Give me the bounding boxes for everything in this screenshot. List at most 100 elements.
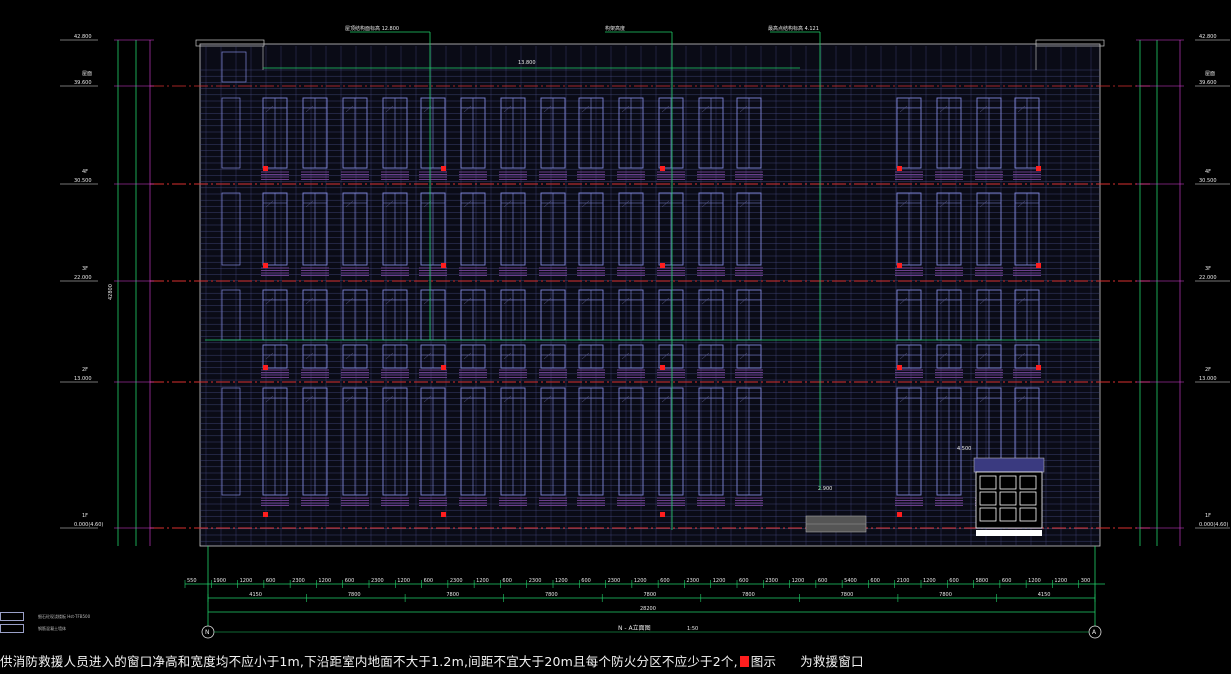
axis-label-n: N: [205, 629, 210, 636]
opening-dimension-label: 2300: [608, 578, 621, 584]
bay-dimension-label: 7800: [742, 592, 755, 598]
level-elevation-right: 0.000(4.60): [1199, 522, 1228, 528]
bay-dimension-label: 7800: [348, 592, 361, 598]
level-elevation-right: 22.000: [1199, 275, 1217, 281]
rescue-window-marker: [263, 365, 268, 370]
opening-dimension-label: 300: [1081, 578, 1091, 584]
rescue-window-marker: [660, 166, 665, 171]
drawing-scale: 1:50: [687, 626, 698, 632]
opening-dimension-label: 600: [345, 578, 355, 584]
legend-text-wall: 钢筋混凝土墙体: [38, 626, 66, 631]
rescue-window-marker: [441, 365, 446, 370]
level-elevation-right: 13.000: [1199, 376, 1217, 382]
level-elevation-right: 39.600: [1199, 80, 1217, 86]
elevation-drawing: 2.900 4.500 屋顶结构面标高 12.800 构架高度 最高点结构标高 …: [0, 0, 1231, 674]
rescue-window-marker: [1036, 166, 1041, 171]
bay-dimension-label: 7800: [939, 592, 952, 598]
level-name-right: 3F: [1205, 266, 1211, 272]
legend-swatch-wall: [0, 624, 24, 633]
legend-swatch-slab: [0, 612, 24, 621]
opening-dimension-label: 600: [1002, 578, 1012, 584]
total-height-label: 42800: [108, 284, 114, 300]
top-note-1: 屋顶结构面标高 12.800: [345, 25, 399, 32]
bay-dimension-label: 7800: [446, 592, 459, 598]
opening-dimension-label: 2300: [765, 578, 778, 584]
rescue-window-marker: [263, 263, 268, 268]
opening-dimension-label: 1200: [318, 578, 331, 584]
opening-dimension-label: 2300: [686, 578, 699, 584]
top-note-3: 最高点结构标高 4.121: [768, 25, 819, 32]
opening-dimension-label: 600: [266, 578, 276, 584]
rescue-window-marker: [660, 365, 665, 370]
rescue-window-marker: [897, 365, 902, 370]
opening-dimension-label: 1200: [397, 578, 410, 584]
level-elevation-left: 30.500: [74, 178, 92, 184]
level-elevation-left: 13.000: [74, 376, 92, 382]
bay-dimension-label: 4150: [1038, 592, 1051, 598]
level-name-left: 屋面: [82, 71, 92, 77]
opening-dimension-label: 600: [660, 578, 670, 584]
total-width-label: 28200: [640, 606, 656, 612]
bay-dimension-label: 7800: [644, 592, 657, 598]
canopy-elevation-label: 4.500: [957, 446, 971, 452]
opening-dimension-label: 5400: [844, 578, 857, 584]
opening-dimension-label: 5800: [976, 578, 989, 584]
opening-dimension-label: 600: [949, 578, 959, 584]
level-name-left: 2F: [82, 367, 88, 373]
opening-dimension-label: 1900: [213, 578, 226, 584]
opening-dimension-label: 600: [502, 578, 512, 584]
rescue-window-marker: [1036, 263, 1041, 268]
bay-dimension-label: 7800: [545, 592, 558, 598]
opening-dimension-label: 1200: [476, 578, 489, 584]
opening-dimension-label: 550: [187, 578, 197, 584]
opening-dimension-label: 2300: [450, 578, 463, 584]
footer-note-text: 供消防救援人员进入的窗口净高和宽度均不应小于1m,下沿距室内地面不大于1.2m,…: [0, 654, 738, 669]
level-name-left: 4F: [82, 169, 88, 175]
opening-dimension-label: 1200: [1028, 578, 1041, 584]
opening-dimension-label: 600: [818, 578, 828, 584]
opening-dimension-label: 1200: [923, 578, 936, 584]
footer-note-tail: 为救援窗口: [800, 654, 864, 669]
rescue-window-marker: [897, 263, 902, 268]
legend-text-slab: 细石砼现浇楼板 Hst-TFB500: [38, 614, 91, 619]
rescue-window-marker-icon: [739, 656, 749, 667]
level-elevation-right: 30.500: [1199, 178, 1217, 184]
opening-dimension-label: 1200: [792, 578, 805, 584]
opening-dimension-label: 1200: [240, 578, 253, 584]
opening-dimension-label: 2100: [897, 578, 910, 584]
main-entrance: [973, 457, 1045, 536]
opening-dimension-label: 1200: [555, 578, 568, 584]
opening-dimension-label: 600: [581, 578, 591, 584]
level-elevation-right: 42.800: [1199, 34, 1217, 40]
top-note-2: 构架高度: [605, 25, 625, 32]
opening-dimension-label: 600: [424, 578, 434, 584]
level-elevation-left: 22.000: [74, 275, 92, 281]
rescue-window-marker: [660, 512, 665, 517]
level-elevation-left: 0.000(4.60): [74, 522, 103, 528]
opening-dimension-label: 600: [870, 578, 880, 584]
rescue-window-marker: [897, 166, 902, 171]
bay-dimension-label: 4150: [249, 592, 262, 598]
rescue-window-marker: [897, 512, 902, 517]
parapet-label: 13.800: [518, 60, 536, 66]
opening-dimension-label: 1200: [713, 578, 726, 584]
footer-note: 供消防救援人员进入的窗口净高和宽度均不应小于1m,下沿距室内地面不大于1.2m,…: [0, 651, 864, 670]
rescue-window-marker: [660, 263, 665, 268]
opening-dimension-label: 1200: [1054, 578, 1067, 584]
level-elevation-left: 39.600: [74, 80, 92, 86]
opening-dimension-label: 1200: [634, 578, 647, 584]
level-name-right: 2F: [1205, 367, 1211, 373]
rescue-window-marker: [1036, 365, 1041, 370]
level-elevation-left: 42.800: [74, 34, 92, 40]
level-name-right: 1F: [1205, 513, 1211, 519]
opening-dimension-label: 600: [739, 578, 749, 584]
rescue-window-marker: [263, 166, 268, 171]
level-name-right: 屋面: [1205, 71, 1215, 77]
level-name-left: 3F: [82, 266, 88, 272]
level-name-right: 4F: [1205, 169, 1211, 175]
level-name-left: 1F: [82, 513, 88, 519]
opening-dimension-label: 2300: [371, 578, 384, 584]
opening-dimension-label: 2300: [529, 578, 542, 584]
footer-note-figure-word: 图示: [750, 654, 777, 669]
rescue-window-marker: [441, 512, 446, 517]
